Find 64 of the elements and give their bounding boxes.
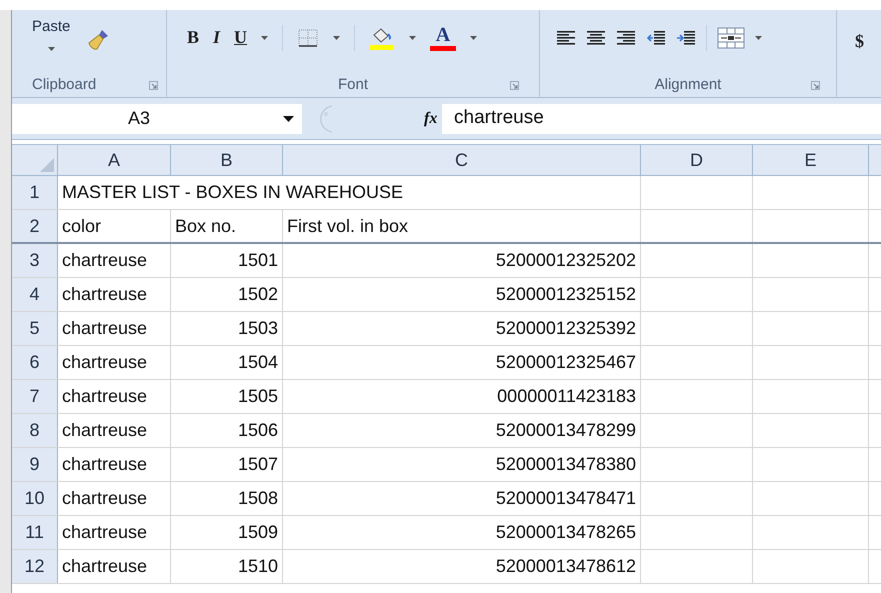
column-header[interactable]: A (58, 145, 171, 175)
table-cell-text: chartreuse (62, 453, 148, 476)
table-cell-text: chartreuse (62, 487, 148, 510)
row-header[interactable]: 5 (12, 312, 58, 345)
cell-reference: A3 (128, 107, 150, 130)
underline-button[interactable]: U (234, 24, 248, 51)
row-header[interactable]: 1 (12, 176, 58, 209)
table-cell-text: chartreuse (62, 249, 148, 272)
table-cell-text: 1510 (238, 555, 278, 578)
table-cell-text: 00000011423183 (497, 385, 636, 408)
name-box[interactable]: A3 (12, 104, 302, 134)
table-cell-text: chartreuse (62, 317, 148, 340)
column-header[interactable]: E (753, 145, 869, 175)
column-label: color (62, 214, 102, 238)
table-cell-text: 1501 (238, 249, 278, 272)
table-title: MASTER LIST - BOXES IN WAREHOUSE (62, 181, 404, 204)
font-color-button[interactable]: A (430, 24, 456, 50)
row-header[interactable]: 10 (12, 482, 58, 515)
group-label: Alignment (654, 74, 722, 95)
table-cell-text: 52000013478380 (496, 453, 636, 476)
table-cell-text: 52000013478612 (496, 555, 636, 578)
table-cell-text: 52000012325467 (496, 351, 636, 374)
table-cell-text: chartreuse (62, 351, 148, 374)
insert-function-button[interactable]: fx (424, 106, 438, 130)
table-cell-text: 1509 (238, 521, 278, 544)
table-cell-text: 1503 (238, 317, 278, 340)
table-cell-text: chartreuse (62, 555, 148, 578)
paste-button[interactable]: Paste (32, 16, 70, 50)
table-cell-text: 1505 (238, 385, 278, 408)
table-cell-text: 52000013478471 (496, 487, 636, 510)
table-cell-text: 1504 (238, 351, 278, 374)
column-header[interactable]: C (283, 145, 641, 175)
table-cell-text: 1502 (238, 283, 278, 306)
table-cell-text: 52000012325392 (496, 317, 636, 340)
row-header[interactable]: 3 (12, 244, 58, 277)
table-cell-text: 52000012325152 (496, 283, 636, 306)
row-header[interactable]: 12 (12, 550, 58, 583)
table-cell-text: chartreuse (62, 419, 148, 442)
table-cell-text: chartreuse (62, 385, 148, 408)
table-cell-text: 1507 (238, 453, 278, 476)
row-header[interactable]: 7 (12, 380, 58, 413)
group-label: Clipboard (32, 74, 96, 95)
table-cell-text: 1506 (238, 419, 278, 442)
row-header[interactable]: 4 (12, 278, 58, 311)
group-label: Font (338, 74, 368, 95)
row-header[interactable]: 9 (12, 448, 58, 481)
bold-button[interactable]: B (187, 24, 200, 51)
table-cell-text: 52000013478265 (496, 521, 636, 544)
row-header[interactable]: 6 (12, 346, 58, 379)
column-label: First vol. in box (287, 214, 408, 238)
table-cell-text: 1508 (238, 487, 278, 510)
column-label: Box no. (175, 214, 236, 238)
table-cell-text: chartreuse (62, 283, 148, 306)
row-header[interactable]: 2 (12, 210, 58, 242)
column-header[interactable]: D (641, 145, 753, 175)
column-header[interactable]: B (171, 145, 283, 175)
table-cell-text: chartreuse (62, 521, 148, 544)
formula-field[interactable]: chartreuse (442, 104, 881, 134)
currency-button[interactable]: $ (855, 28, 864, 52)
table-cell-text: 52000013478299 (496, 419, 636, 442)
row-header[interactable]: 8 (12, 414, 58, 447)
row-header[interactable]: 11 (12, 516, 58, 549)
table-cell-text: 52000012325202 (496, 249, 636, 272)
italic-button[interactable]: I (213, 24, 220, 51)
